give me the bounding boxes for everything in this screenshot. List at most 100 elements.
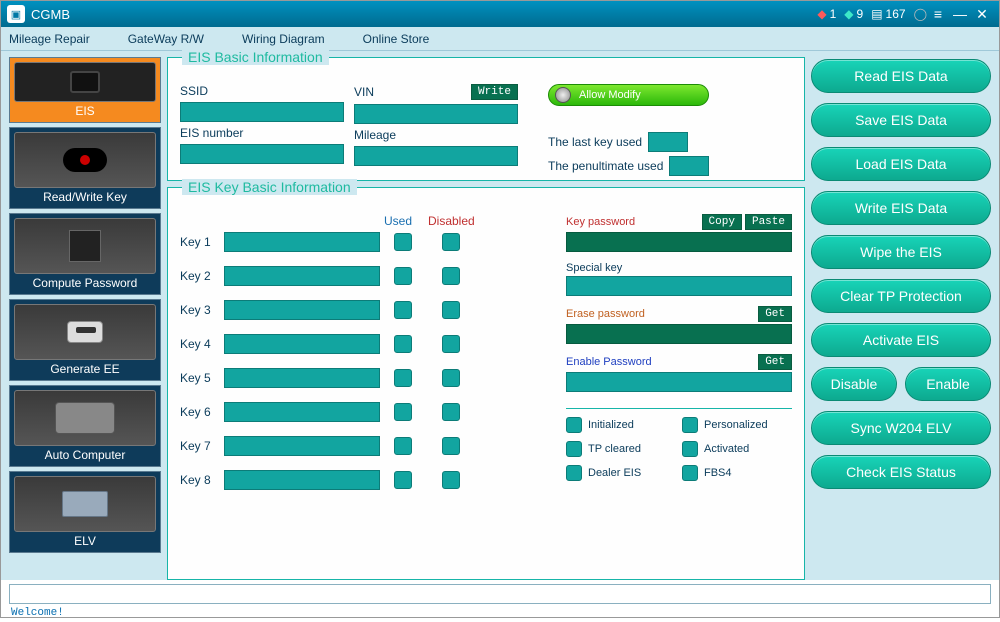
gem-teal-stat: ◆9 — [844, 7, 863, 21]
used-header: Used — [384, 214, 428, 228]
copy-button[interactable]: Copy — [702, 214, 742, 230]
sidebar-item-auto-computer[interactable]: Auto Computer — [9, 385, 161, 467]
menu-icon[interactable]: ≡ — [927, 6, 949, 22]
enable-button[interactable]: Enable — [905, 367, 991, 401]
eis-number-label: EIS number — [180, 126, 344, 140]
paste-button[interactable]: Paste — [745, 214, 792, 230]
erase-password-label: Erase password — [566, 308, 645, 320]
sidebar-item-read-write-key[interactable]: Read/Write Key — [9, 127, 161, 209]
key-row: Key 5 — [180, 368, 556, 388]
key-value-field[interactable] — [224, 436, 380, 456]
sidebar-item-elv[interactable]: ELV — [9, 471, 161, 553]
special-key-field[interactable] — [566, 276, 792, 296]
key-row: Key 1 — [180, 232, 556, 252]
eis-number-field[interactable] — [180, 144, 344, 164]
sidebar-label: Compute Password — [33, 276, 138, 290]
flag-checkbox[interactable] — [682, 465, 698, 481]
load-eis-button[interactable]: Load EIS Data — [811, 147, 991, 181]
elv-icon — [14, 476, 156, 532]
allow-modify-toggle[interactable]: Allow Modify — [548, 84, 709, 106]
titlebar: ▣ CGMB ◆1 ◆9 ▤167 ◯ ≡ — ✕ — [1, 1, 999, 27]
used-checkbox[interactable] — [394, 267, 412, 285]
medal-icon: ◯ — [914, 7, 927, 21]
key-value-field[interactable] — [224, 368, 380, 388]
vin-field[interactable] — [354, 104, 518, 124]
key-value-field[interactable] — [224, 232, 380, 252]
key-value-field[interactable] — [224, 334, 380, 354]
command-input[interactable] — [9, 584, 991, 604]
menu-mileage-repair[interactable]: Mileage Repair — [9, 32, 90, 46]
status-bar: Welcome! — [1, 604, 999, 622]
clear-tp-button[interactable]: Clear TP Protection — [811, 279, 991, 313]
key-row: Key 6 — [180, 402, 556, 422]
key-value-field[interactable] — [224, 266, 380, 286]
read-eis-button[interactable]: Read EIS Data — [811, 59, 991, 93]
key-side-panel: Key passwordCopy Paste Special key Erase… — [566, 214, 792, 569]
wipe-eis-button[interactable]: Wipe the EIS — [811, 235, 991, 269]
flag-checkbox[interactable] — [566, 465, 582, 481]
key-value-field[interactable] — [224, 470, 380, 490]
key-row: Key 7 — [180, 436, 556, 456]
disabled-checkbox[interactable] — [442, 369, 460, 387]
sidebar-item-compute-password[interactable]: Compute Password — [9, 213, 161, 295]
disabled-checkbox[interactable] — [442, 301, 460, 319]
write-eis-button[interactable]: Write EIS Data — [811, 191, 991, 225]
used-checkbox[interactable] — [394, 403, 412, 421]
used-checkbox[interactable] — [394, 471, 412, 489]
key-value-field[interactable] — [224, 402, 380, 422]
check-status-button[interactable]: Check EIS Status — [811, 455, 991, 489]
printer-icon — [14, 304, 156, 360]
disabled-header: Disabled — [428, 214, 488, 228]
flag-checkbox[interactable] — [566, 417, 582, 433]
sidebar-label: Auto Computer — [45, 448, 126, 462]
panel-legend: EIS Key Basic Information — [182, 179, 357, 195]
used-checkbox[interactable] — [394, 301, 412, 319]
key-password-label: Key password — [566, 216, 635, 228]
save-eis-button[interactable]: Save EIS Data — [811, 103, 991, 137]
enable-password-field[interactable] — [566, 372, 792, 392]
eis-basic-info-panel: EIS Basic Information SSID EIS number VI… — [167, 57, 805, 181]
mileage-field[interactable] — [354, 146, 518, 166]
flag-checkbox[interactable] — [566, 441, 582, 457]
write-vin-button[interactable]: Write — [471, 84, 518, 100]
close-button[interactable]: ✕ — [971, 6, 993, 23]
used-checkbox[interactable] — [394, 437, 412, 455]
key-password-field[interactable] — [566, 232, 792, 252]
sidebar-item-eis[interactable]: EIS — [9, 57, 161, 123]
ssid-field[interactable] — [180, 102, 344, 122]
key-icon — [14, 132, 156, 188]
flag-checkbox[interactable] — [682, 417, 698, 433]
main-area: EIS Read/Write Key Compute Password Gene… — [1, 51, 999, 580]
last-key-label: The last key used — [548, 135, 642, 149]
used-checkbox[interactable] — [394, 335, 412, 353]
disable-button[interactable]: Disable — [811, 367, 897, 401]
menu-online-store[interactable]: Online Store — [363, 32, 430, 46]
app-icon: ▣ — [7, 5, 25, 23]
get-erase-button[interactable]: Get — [758, 306, 792, 322]
sync-elv-button[interactable]: Sync W204 ELV — [811, 411, 991, 445]
disabled-checkbox[interactable] — [442, 403, 460, 421]
key-row: Key 8 — [180, 470, 556, 490]
erase-password-field[interactable] — [566, 324, 792, 344]
flag-checkbox[interactable] — [682, 441, 698, 457]
get-enable-button[interactable]: Get — [758, 354, 792, 370]
disabled-checkbox[interactable] — [442, 471, 460, 489]
sidebar-label: ELV — [74, 534, 96, 548]
disabled-checkbox[interactable] — [442, 437, 460, 455]
key-value-field[interactable] — [224, 300, 380, 320]
menu-wiring-diagram[interactable]: Wiring Diagram — [242, 32, 325, 46]
key-row: Key 2 — [180, 266, 556, 286]
minimize-button[interactable]: — — [949, 6, 971, 22]
ssid-label: SSID — [180, 84, 344, 98]
sidebar-item-generate-ee[interactable]: Generate EE — [9, 299, 161, 381]
disabled-checkbox[interactable] — [442, 233, 460, 251]
gem-red-stat: ◆1 — [817, 7, 836, 21]
used-checkbox[interactable] — [394, 233, 412, 251]
cpu-icon — [14, 218, 156, 274]
menu-gateway-rw[interactable]: GateWay R/W — [128, 32, 204, 46]
disabled-checkbox[interactable] — [442, 267, 460, 285]
activate-eis-button[interactable]: Activate EIS — [811, 323, 991, 357]
disabled-checkbox[interactable] — [442, 335, 460, 353]
used-checkbox[interactable] — [394, 369, 412, 387]
eis-key-info-panel: EIS Key Basic Information Used Disabled … — [167, 187, 805, 580]
